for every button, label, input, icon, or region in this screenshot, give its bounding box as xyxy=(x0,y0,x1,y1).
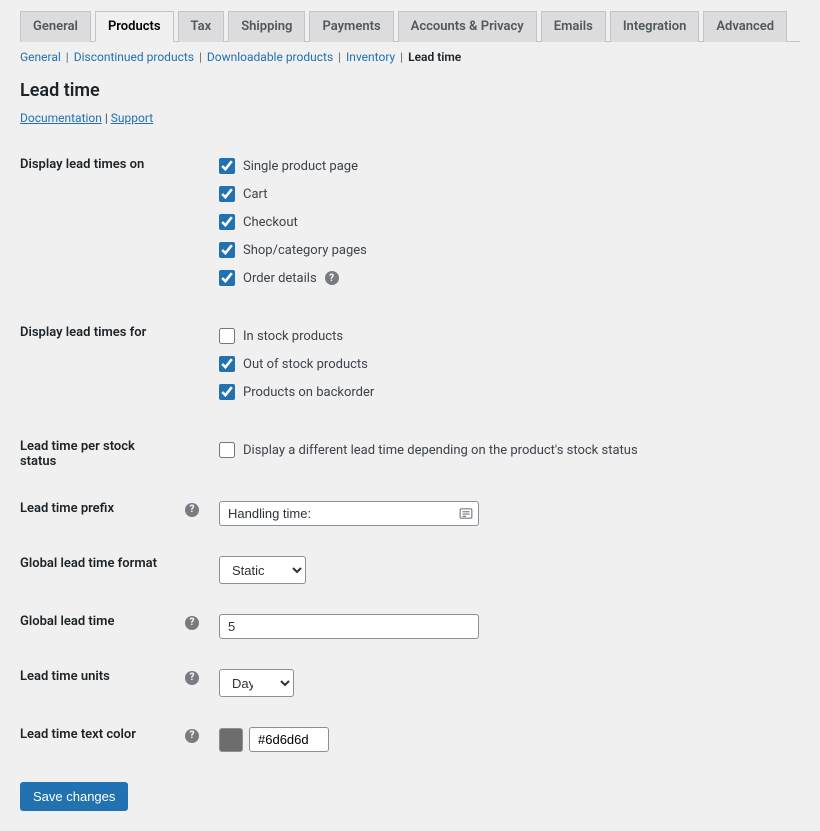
checkbox-label: Single product page xyxy=(243,159,358,174)
checkbox-per-stock-status[interactable] xyxy=(219,442,235,458)
separator: | xyxy=(199,50,202,64)
color-swatch[interactable] xyxy=(219,728,243,752)
checkbox-label: Products on backorder xyxy=(243,385,374,400)
global-label: Global lead time xyxy=(20,592,175,647)
page-title: Lead time xyxy=(20,80,800,101)
checkbox-cart[interactable] xyxy=(219,186,235,202)
units-label: Lead time units xyxy=(20,647,175,705)
checkbox-order-details[interactable] xyxy=(219,270,235,286)
checkbox-products-on-backorder[interactable] xyxy=(219,384,235,400)
tab-products[interactable]: Products xyxy=(95,11,174,42)
tab-integration[interactable]: Integration xyxy=(610,11,700,42)
help-icon[interactable]: ? xyxy=(325,271,339,285)
display-on-label: Display lead times on xyxy=(20,147,175,303)
format-label: Global lead time format xyxy=(20,534,175,592)
tab-tax[interactable]: Tax xyxy=(178,11,225,42)
prefix-label: Lead time prefix xyxy=(20,479,175,534)
tab-general[interactable]: General xyxy=(20,11,91,42)
tab-emails[interactable]: Emails xyxy=(541,11,606,42)
separator: | xyxy=(338,50,341,64)
settings-form: Display lead times on Single product pag… xyxy=(20,147,800,760)
checkbox-label: Cart xyxy=(243,187,268,202)
checkbox-label: Shop/category pages xyxy=(243,243,367,258)
sub-navigation: General | Discontinued products | Downlo… xyxy=(20,50,800,64)
subtab-general[interactable]: General xyxy=(20,50,61,64)
separator: | xyxy=(102,111,111,125)
checkbox-label: Order details xyxy=(243,271,317,286)
checkbox-out-of-stock-products[interactable] xyxy=(219,356,235,372)
checkbox-label: Display a different lead time depending … xyxy=(243,443,638,458)
subtab-discontinued-products[interactable]: Discontinued products xyxy=(74,50,194,64)
per-stock-label: Lead time per stock status xyxy=(20,417,175,479)
checkbox-label: In stock products xyxy=(243,329,343,344)
global-lead-time-input[interactable] xyxy=(219,614,479,639)
checkbox-label: Out of stock products xyxy=(243,357,368,372)
main-tabs: General Products Tax Shipping Payments A… xyxy=(20,10,800,42)
lead-time-units-select[interactable]: Days xyxy=(219,669,294,697)
help-icon[interactable]: ? xyxy=(185,503,199,517)
color-label: Lead time text color xyxy=(20,705,175,760)
subtab-inventory[interactable]: Inventory xyxy=(346,50,395,64)
checkbox-shop-category-pages[interactable] xyxy=(219,242,235,258)
tab-advanced[interactable]: Advanced xyxy=(703,11,787,42)
support-link[interactable]: Support xyxy=(111,111,153,125)
checkbox-label: Checkout xyxy=(243,215,298,230)
help-icon[interactable]: ? xyxy=(185,616,199,630)
tab-payments[interactable]: Payments xyxy=(309,11,393,42)
separator: | xyxy=(400,50,403,64)
save-changes-button[interactable]: Save changes xyxy=(20,782,128,811)
doc-links: Documentation | Support xyxy=(20,111,800,125)
help-icon[interactable]: ? xyxy=(185,729,199,743)
documentation-link[interactable]: Documentation xyxy=(20,111,102,125)
tab-accounts-privacy[interactable]: Accounts & Privacy xyxy=(398,11,537,42)
global-lead-time-format-select[interactable]: Static xyxy=(219,556,306,584)
tab-shipping[interactable]: Shipping xyxy=(228,11,305,42)
color-code-input[interactable] xyxy=(249,727,329,752)
checkbox-in-stock-products[interactable] xyxy=(219,328,235,344)
separator: | xyxy=(66,50,69,64)
lead-time-prefix-input[interactable] xyxy=(219,501,479,526)
checkbox-single-product-page[interactable] xyxy=(219,158,235,174)
display-for-label: Display lead times for xyxy=(20,303,175,417)
subtab-downloadable-products[interactable]: Downloadable products xyxy=(207,50,333,64)
subtab-lead-time: Lead time xyxy=(408,50,461,64)
checkbox-checkout[interactable] xyxy=(219,214,235,230)
help-icon[interactable]: ? xyxy=(185,671,199,685)
